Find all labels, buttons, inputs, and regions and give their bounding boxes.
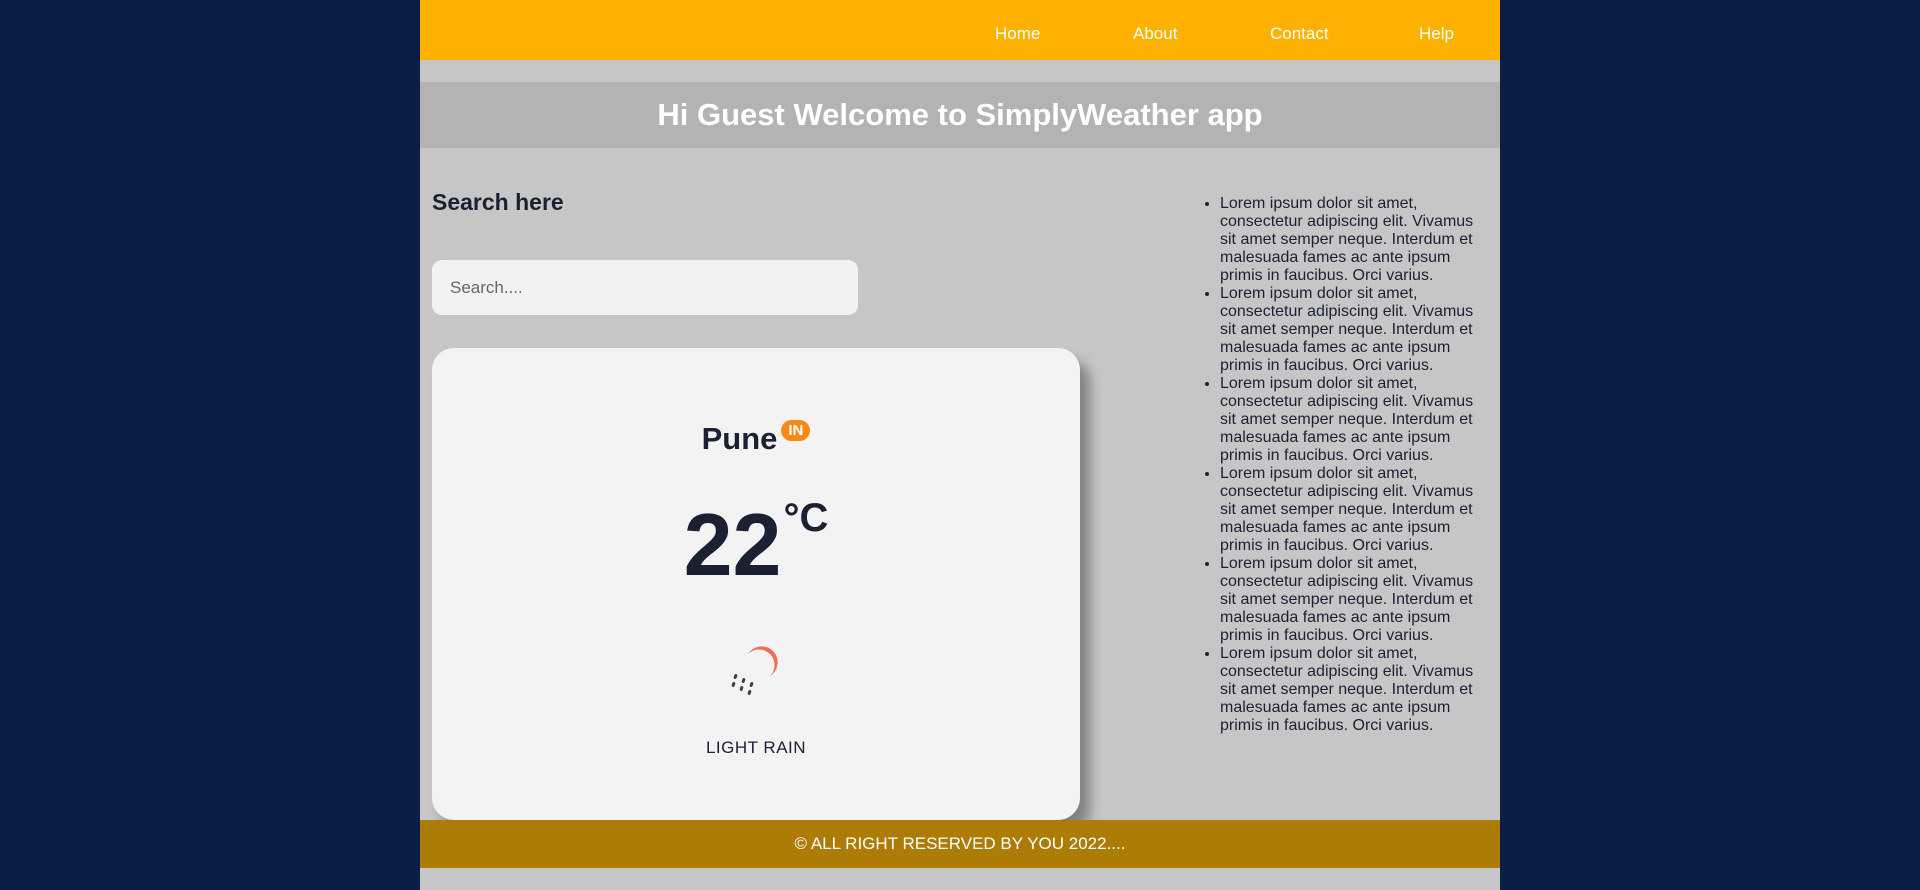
info-list: Lorem ipsum dolor sit amet, consectetur … [1200, 195, 1490, 735]
nav-link-home[interactable]: Home [995, 24, 1040, 44]
list-item: Lorem ipsum dolor sit amet, consectetur … [1220, 285, 1490, 375]
temperature-value: 22 [683, 495, 782, 594]
list-item: Lorem ipsum dolor sit amet, consectetur … [1220, 555, 1490, 645]
nav-link-about[interactable]: About [1133, 24, 1177, 44]
list-item: Lorem ipsum dolor sit amet, consectetur … [1220, 645, 1490, 735]
light-rain-icon [731, 646, 778, 695]
country-badge: IN [781, 420, 811, 441]
city-row: Pune IN [432, 420, 1080, 457]
weather-condition: LIGHT RAIN [705, 738, 807, 757]
top-navigation: Home About Contact Help [420, 0, 1500, 60]
footer-text: © ALL RIGHT RESERVED BY YOU 2022.... [794, 834, 1126, 853]
temperature-unit: °C [783, 496, 829, 540]
page-title: Hi Guest Welcome to SimplyWeather app [657, 97, 1263, 132]
list-item: Lorem ipsum dolor sit amet, consectetur … [1220, 465, 1490, 555]
nav-link-contact[interactable]: Contact [1270, 24, 1329, 44]
welcome-banner: Hi Guest Welcome to SimplyWeather app [420, 82, 1500, 148]
city-name: Pune [701, 421, 778, 456]
list-item: Lorem ipsum dolor sit amet, consectetur … [1220, 195, 1490, 285]
page-footer: © ALL RIGHT RESERVED BY YOU 2022.... [420, 820, 1500, 868]
search-heading: Search here [432, 189, 564, 215]
nav-link-help[interactable]: Help [1419, 24, 1454, 44]
temperature-row: 22°C [432, 496, 1080, 589]
search-input[interactable] [432, 260, 858, 315]
app-container: Home About Contact Help Hi Guest Welcome… [420, 0, 1500, 890]
weather-card: Pune IN 22°C LIGHT RAIN [432, 348, 1080, 820]
list-item: Lorem ipsum dolor sit amet, consectetur … [1220, 375, 1490, 465]
